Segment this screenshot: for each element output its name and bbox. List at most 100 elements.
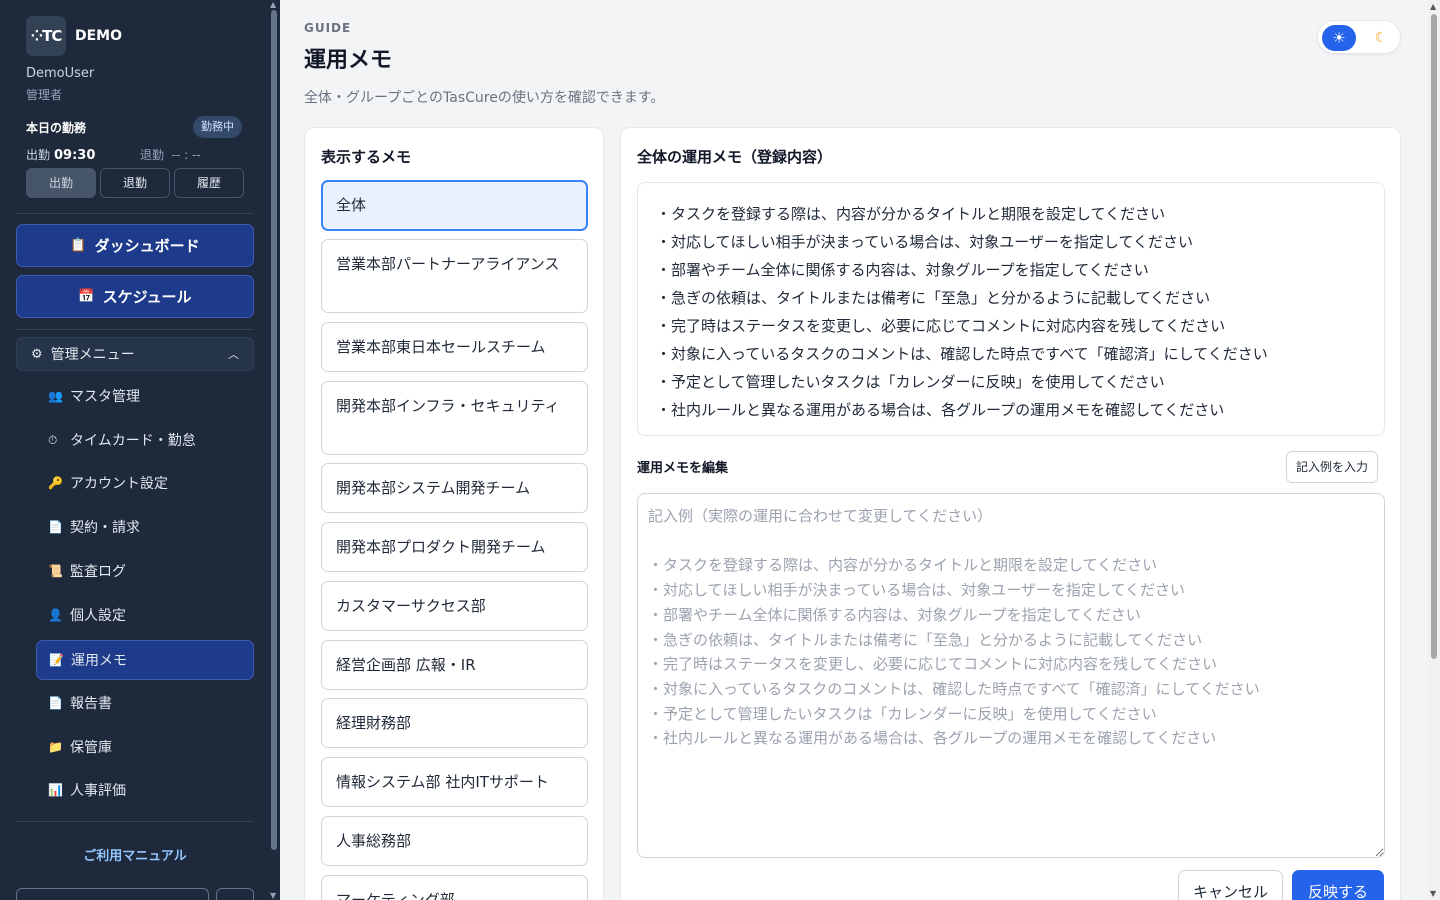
- moon-icon[interactable]: ☾: [1366, 25, 1396, 51]
- dashboard-button[interactable]: 📋 ダッシュボード: [16, 224, 254, 267]
- memo-line: ・対象に入っているタスクのコメントは、確認した時点ですべて「確認済」にしてくださ…: [656, 345, 1268, 363]
- scroll-down-icon[interactable]: ▼: [1430, 889, 1436, 898]
- memo-item[interactable]: 経営企画部 広報・IR: [321, 640, 588, 690]
- apply-button[interactable]: 反映する: [1292, 870, 1384, 900]
- sidebar-item-master[interactable]: 👥 マスタ管理: [36, 376, 254, 416]
- memo-line: ・急ぎの依頼は、タイトルまたは備考に「至急」と分かるように記載してください: [656, 289, 1211, 307]
- sidebar-footer-icon-button[interactable]: [216, 888, 254, 900]
- memo-icon: 📝: [49, 653, 64, 667]
- admin-menu-toggle[interactable]: ⚙ 管理メニュー ︿: [16, 337, 254, 371]
- history-button[interactable]: 履歴: [174, 168, 244, 198]
- schedule-button[interactable]: 📅 スケジュール: [16, 275, 254, 318]
- clock-out-label: 退勤: [140, 148, 165, 162]
- user-icon: 👤: [48, 608, 63, 622]
- clock-in-label: 出勤: [26, 148, 51, 162]
- user-name: DemoUser: [26, 66, 95, 81]
- clock-in-time: 09:30: [54, 148, 96, 163]
- sun-icon[interactable]: ☀: [1322, 25, 1356, 51]
- logo: ⁘TC: [26, 16, 66, 56]
- sidebar-item-label: 運用メモ: [71, 653, 127, 669]
- scrollbar-thumb[interactable]: [271, 10, 277, 850]
- memo-item[interactable]: 人事総務部: [321, 816, 588, 866]
- scroll-up-icon[interactable]: ▲: [270, 0, 276, 9]
- memo-item[interactable]: 営業本部パートナーアライアンス: [321, 239, 588, 313]
- manual-link[interactable]: ご利用マニュアル: [0, 845, 270, 864]
- sidebar-scrollbar[interactable]: ▲ ▼: [270, 0, 278, 900]
- memo-detail-title: 全体の運用メモ（登録内容）: [637, 148, 833, 166]
- page-scrollbar[interactable]: ▲ ▼: [1428, 0, 1440, 900]
- sidebar-item-timecard[interactable]: ⏱ タイムカード・勤怠: [36, 420, 254, 460]
- sidebar-item-label: タイムカード・勤怠: [70, 433, 196, 449]
- sidebar-item-report[interactable]: 📄 報告書: [36, 683, 254, 723]
- scrollbar-thumb[interactable]: [1431, 14, 1437, 659]
- memo-line: ・部署やチーム全体に関係する内容は、対象グループを指定してください: [656, 261, 1149, 279]
- scroll-up-icon[interactable]: ▲: [1430, 2, 1436, 11]
- sidebar-item-contract[interactable]: 📄 契約・請求: [36, 507, 254, 547]
- user-role: 管理者: [26, 88, 63, 102]
- dashboard-label: ダッシュボード: [94, 237, 200, 255]
- memo-line: ・予定として管理したいタスクは「カレンダーに反映」を使用してください: [656, 373, 1165, 391]
- sidebar-item-label: 監査ログ: [70, 564, 126, 580]
- memo-item[interactable]: カスタマーサクセス部: [321, 581, 588, 631]
- sidebar-item-memo[interactable]: 📝 運用メモ: [36, 640, 254, 680]
- memo-item[interactable]: 開発本部インフラ・セキュリティ: [321, 381, 588, 455]
- scroll-down-icon[interactable]: ▼: [270, 891, 276, 900]
- memo-line: ・タスクを登録する際は、内容が分かるタイトルと期限を設定してください: [656, 205, 1166, 223]
- clock-out-info: 退勤 -- : --: [140, 146, 201, 163]
- brand-name: DEMO: [75, 28, 123, 44]
- insert-sample-button[interactable]: 記入例を入力: [1286, 451, 1379, 483]
- memo-line: ・対応してほしい相手が決まっている場合は、対象ユーザーを指定してください: [656, 233, 1194, 251]
- page-subtitle: 全体・グループごとのTasCureの使い方を確認できます。: [304, 90, 665, 106]
- sidebar-item-account[interactable]: 🔑 アカウント設定: [36, 463, 254, 503]
- brand[interactable]: ⁘TC DEMO: [26, 16, 122, 56]
- clock-out-time: -- : --: [171, 148, 201, 162]
- cancel-button[interactable]: キャンセル: [1178, 870, 1283, 900]
- chart-icon: 📊: [48, 783, 63, 797]
- memo-item[interactable]: 情報システム部 社内ITサポート: [321, 757, 588, 807]
- sidebar-item-vault[interactable]: 📁 保管庫: [36, 727, 254, 767]
- document-icon: 📄: [48, 696, 63, 710]
- gear-icon: ⚙: [31, 346, 43, 362]
- memo-line: ・社内ルールと異なる運用がある場合は、各グループの運用メモを確認してください: [656, 401, 1225, 419]
- scroll-icon: 📜: [48, 564, 63, 578]
- clock-in-info: 出勤 09:30: [26, 146, 95, 163]
- memo-item-all[interactable]: 全体: [321, 180, 588, 231]
- theme-toggle[interactable]: ☀ ☾: [1317, 20, 1401, 54]
- memo-content: ・タスクを登録する際は、内容が分かるタイトルと期限を設定してください ・対応して…: [637, 182, 1385, 436]
- users-icon: 👥: [48, 389, 63, 403]
- memo-item[interactable]: 開発本部システム開発チーム: [321, 463, 588, 513]
- memo-item[interactable]: マーケティング部: [321, 875, 588, 900]
- document-icon: 📄: [48, 520, 63, 534]
- sidebar-item-evaluation[interactable]: 📊 人事評価: [36, 770, 254, 810]
- edit-label: 運用メモを編集: [637, 461, 729, 476]
- sidebar-footer-button[interactable]: [16, 888, 209, 900]
- key-icon: 🔑: [48, 476, 63, 490]
- clipboard-icon: 📋: [70, 238, 87, 253]
- memo-list-title: 表示するメモ: [321, 148, 412, 166]
- sidebar-item-label: 個人設定: [70, 608, 126, 624]
- clock-out-button[interactable]: 退勤: [100, 168, 170, 198]
- page-title: 運用メモ: [304, 48, 393, 73]
- sidebar-item-label: マスタ管理: [70, 389, 140, 405]
- divider: [16, 821, 254, 822]
- memo-list-panel: 表示するメモ 全体 営業本部パートナーアライアンス 営業本部東日本セールスチーム…: [304, 127, 604, 900]
- schedule-label: スケジュール: [102, 288, 192, 306]
- folder-icon: 📁: [48, 740, 63, 754]
- sidebar-item-audit-log[interactable]: 📜 監査ログ: [36, 551, 254, 591]
- sidebar-item-label: 契約・請求: [70, 520, 140, 536]
- sidebar-item-label: 報告書: [70, 696, 112, 712]
- memo-edit-textarea[interactable]: [637, 493, 1385, 858]
- sidebar-item-label: アカウント設定: [70, 476, 168, 492]
- memo-item[interactable]: 経理財務部: [321, 698, 588, 748]
- divider: [16, 213, 254, 214]
- memo-item[interactable]: 営業本部東日本セールスチーム: [321, 322, 588, 372]
- divider: [16, 329, 254, 330]
- sidebar-item-label: 保管庫: [70, 740, 112, 756]
- stopwatch-icon: ⏱: [48, 432, 58, 447]
- page-kicker: GUIDE: [304, 21, 352, 35]
- admin-menu-label: 管理メニュー: [50, 347, 135, 363]
- clock-in-button[interactable]: 出勤: [26, 168, 96, 198]
- sidebar-item-personal[interactable]: 👤 個人設定: [36, 595, 254, 635]
- memo-item[interactable]: 開発本部プロダクト開発チーム: [321, 522, 588, 572]
- main-content: GUIDE 運用メモ 全体・グループごとのTasCureの使い方を確認できます。…: [280, 0, 1428, 900]
